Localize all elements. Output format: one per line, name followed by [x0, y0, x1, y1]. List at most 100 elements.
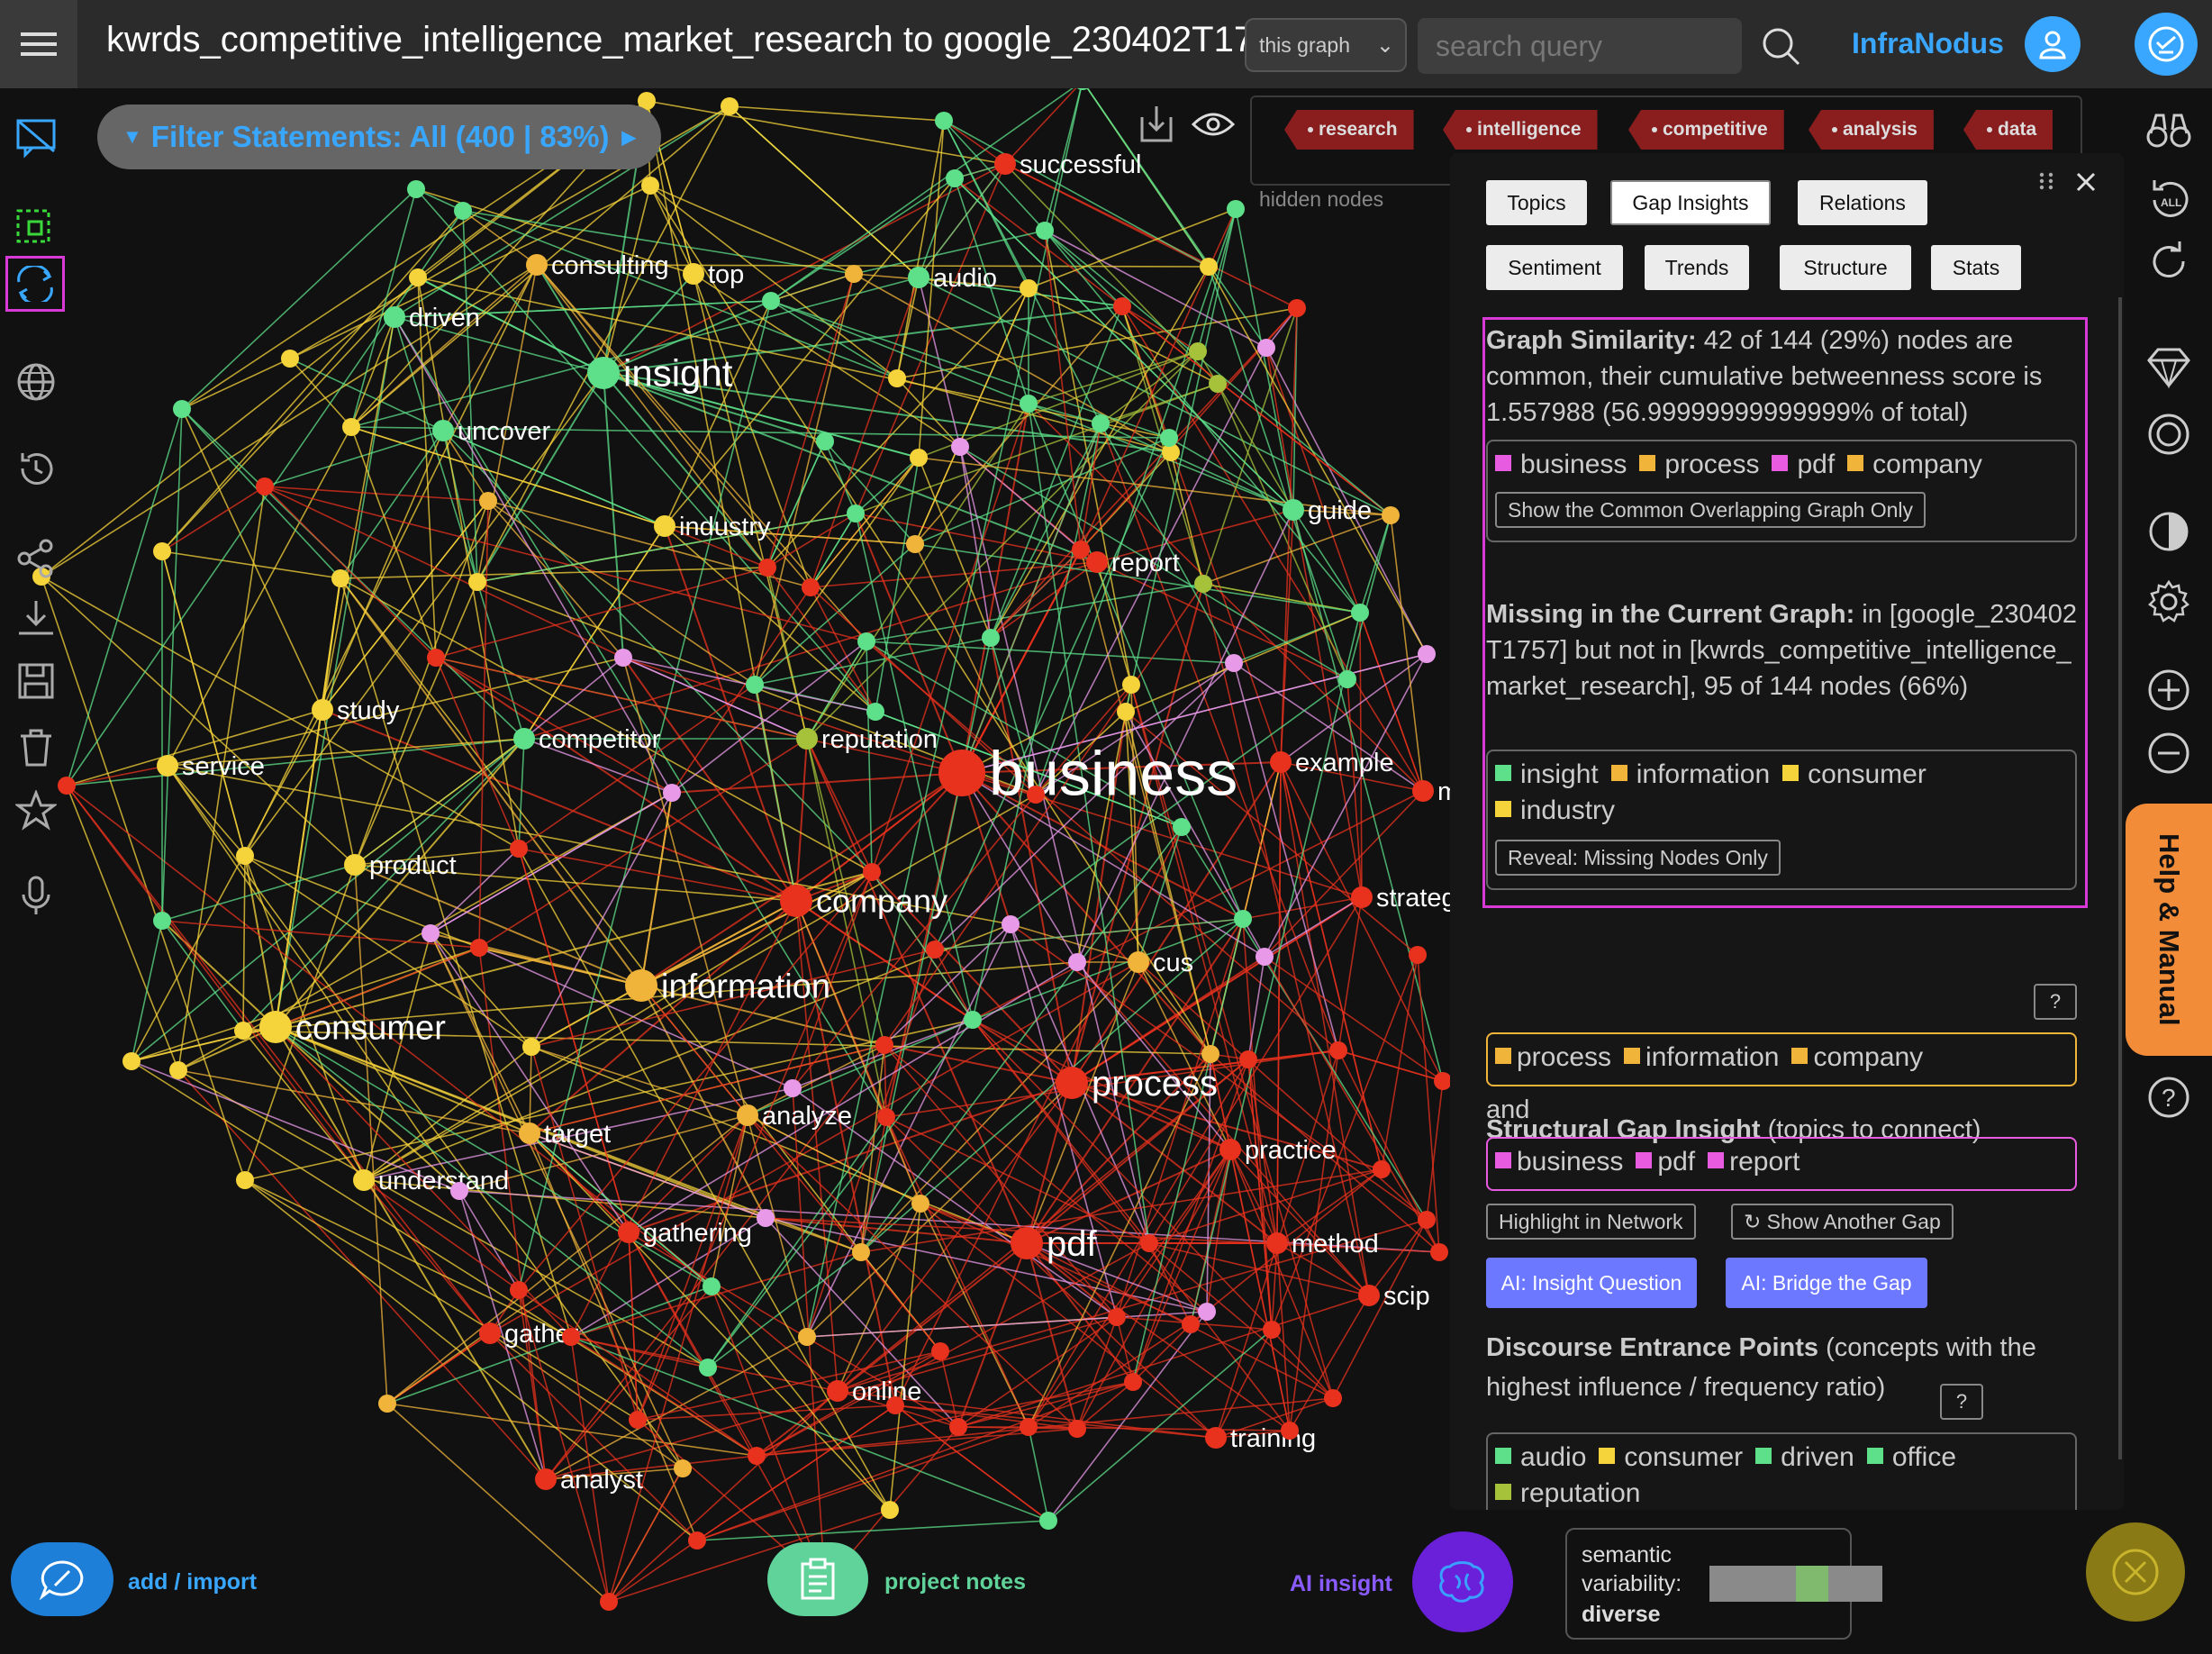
- graph-node[interactable]: [614, 649, 632, 667]
- checklist-logo-icon[interactable]: [2135, 13, 2198, 76]
- graph-node-reputation[interactable]: [796, 728, 818, 750]
- graph-node-label[interactable]: company: [816, 883, 947, 920]
- graph-node[interactable]: [663, 784, 681, 802]
- graph-node-insight[interactable]: [587, 357, 620, 389]
- graph-node[interactable]: [1020, 1418, 1038, 1436]
- globe-icon[interactable]: [11, 357, 61, 407]
- graph-node-top[interactable]: [683, 263, 704, 285]
- graph-node[interactable]: [629, 1411, 647, 1429]
- graph-node[interactable]: [762, 292, 780, 310]
- graph-node-practice[interactable]: [1219, 1139, 1241, 1160]
- reveal-missing-button[interactable]: Reveal: Missing Nodes Only: [1495, 840, 1781, 876]
- graph-node[interactable]: [407, 180, 425, 198]
- add-import-label[interactable]: add / import: [128, 1569, 257, 1595]
- graph-node[interactable]: [931, 1342, 949, 1360]
- graph-node[interactable]: [1201, 1045, 1219, 1063]
- hidden-tag-research[interactable]: research: [1284, 110, 1414, 150]
- ai-insight-question-button[interactable]: AI: Insight Question: [1486, 1258, 1697, 1308]
- trash-icon[interactable]: [11, 722, 61, 773]
- graph-node[interactable]: [1234, 910, 1252, 928]
- graph-node[interactable]: [1409, 946, 1427, 964]
- graph-node-label[interactable]: cus: [1153, 949, 1193, 977]
- entrance-node-chip[interactable]: driven: [1755, 1440, 1854, 1476]
- graph-node-label[interactable]: product: [369, 851, 457, 880]
- graph-node[interactable]: [802, 578, 820, 596]
- graph-node[interactable]: [1256, 948, 1274, 966]
- graph-node-label[interactable]: analyze: [762, 1102, 852, 1131]
- graph-node[interactable]: [1160, 429, 1178, 447]
- graph-node[interactable]: [1200, 258, 1218, 276]
- graph-node-company[interactable]: [780, 885, 812, 917]
- graph-node-label[interactable]: consumer: [295, 1009, 446, 1047]
- graph-node[interactable]: [1227, 200, 1245, 218]
- graph-node[interactable]: [906, 535, 924, 553]
- graph-node-label[interactable]: industry: [679, 513, 771, 541]
- graph-node-label[interactable]: audio: [933, 264, 997, 293]
- hidden-tag-competitive[interactable]: competitive: [1628, 110, 1784, 150]
- graph-node[interactable]: [1189, 342, 1207, 360]
- graph-node[interactable]: [600, 1593, 618, 1611]
- graph-node[interactable]: [450, 1182, 468, 1200]
- gap-group-a[interactable]: process information company: [1486, 1032, 2077, 1086]
- graph-node[interactable]: [169, 1061, 187, 1079]
- graph-node-audio[interactable]: [908, 267, 929, 288]
- filter-statements-button[interactable]: ▼ Filter Statements: All (400 | 83%) ▶: [97, 105, 661, 169]
- graph-node-analyst[interactable]: [535, 1468, 557, 1490]
- graph-node[interactable]: [721, 97, 739, 115]
- project-notes-label[interactable]: project notes: [884, 1569, 1026, 1595]
- graph-node-scip[interactable]: [1358, 1285, 1380, 1306]
- graph-node[interactable]: [1329, 1041, 1347, 1059]
- common-node-chip[interactable]: process: [1639, 447, 1759, 483]
- refresh-icon[interactable]: [2142, 234, 2196, 288]
- graph-node-label[interactable]: process: [1092, 1064, 1218, 1104]
- graph-node[interactable]: [422, 924, 440, 942]
- graph-node[interactable]: [784, 1079, 802, 1097]
- graph-node[interactable]: [173, 400, 191, 418]
- graph-node-driven[interactable]: [384, 306, 405, 328]
- graph-scope-select[interactable]: this graph ⌄: [1245, 18, 1407, 72]
- graph-node[interactable]: [122, 1052, 141, 1070]
- search-icon[interactable]: [1758, 23, 1803, 68]
- graph-node[interactable]: [1430, 1243, 1448, 1261]
- graph-node-label[interactable]: analyst: [560, 1466, 643, 1495]
- graph-node[interactable]: [256, 477, 274, 495]
- graph-node[interactable]: [1113, 297, 1131, 315]
- graph-node[interactable]: [816, 432, 834, 450]
- search-input[interactable]: [1418, 18, 1742, 74]
- graph-node[interactable]: [1020, 395, 1038, 413]
- graph-node[interactable]: [1020, 279, 1038, 297]
- graph-node-gathering[interactable]: [618, 1222, 639, 1243]
- graph-node-label[interactable]: method: [1292, 1230, 1379, 1259]
- graph-node-label[interactable]: target: [544, 1120, 611, 1149]
- graph-node[interactable]: [875, 1036, 893, 1054]
- graph-node[interactable]: [1434, 1072, 1452, 1090]
- graph-node-label[interactable]: information: [661, 968, 830, 1005]
- graph-node[interactable]: [886, 1396, 904, 1414]
- tab-stats[interactable]: Stats: [1931, 245, 2021, 290]
- entrance-node-chip[interactable]: consumer: [1599, 1440, 1743, 1476]
- graph-node-label[interactable]: consulting: [551, 251, 669, 280]
- graph-node-label[interactable]: competitor: [539, 725, 661, 754]
- graph-node-gather[interactable]: [479, 1322, 501, 1344]
- graph-node[interactable]: [510, 840, 528, 858]
- graph-node[interactable]: [847, 504, 865, 523]
- close-icon[interactable]: [2070, 166, 2102, 198]
- tab-gap-insights[interactable]: Gap Insights: [1610, 180, 1771, 225]
- graph-node[interactable]: [964, 1011, 982, 1029]
- graph-node[interactable]: [758, 559, 776, 577]
- microphone-icon[interactable]: [11, 870, 61, 921]
- tab-relations[interactable]: Relations: [1798, 180, 1927, 225]
- graph-node-label[interactable]: insight: [623, 352, 733, 395]
- zoom-out-icon[interactable]: [2142, 726, 2196, 780]
- graph-node[interactable]: [910, 449, 928, 467]
- tab-topics[interactable]: Topics: [1486, 180, 1587, 225]
- share-icon[interactable]: [11, 533, 61, 584]
- help-manual-label[interactable]: Help & Manual: [2142, 833, 2196, 1031]
- graph-node[interactable]: [1338, 670, 1356, 688]
- graph-node[interactable]: [845, 265, 863, 283]
- graph-node-label[interactable]: example: [1295, 749, 1394, 777]
- history-icon[interactable]: [11, 443, 61, 494]
- graph-node[interactable]: [703, 1277, 721, 1295]
- graph-node[interactable]: [1281, 1422, 1299, 1440]
- hamburger-menu-icon[interactable]: [0, 0, 77, 88]
